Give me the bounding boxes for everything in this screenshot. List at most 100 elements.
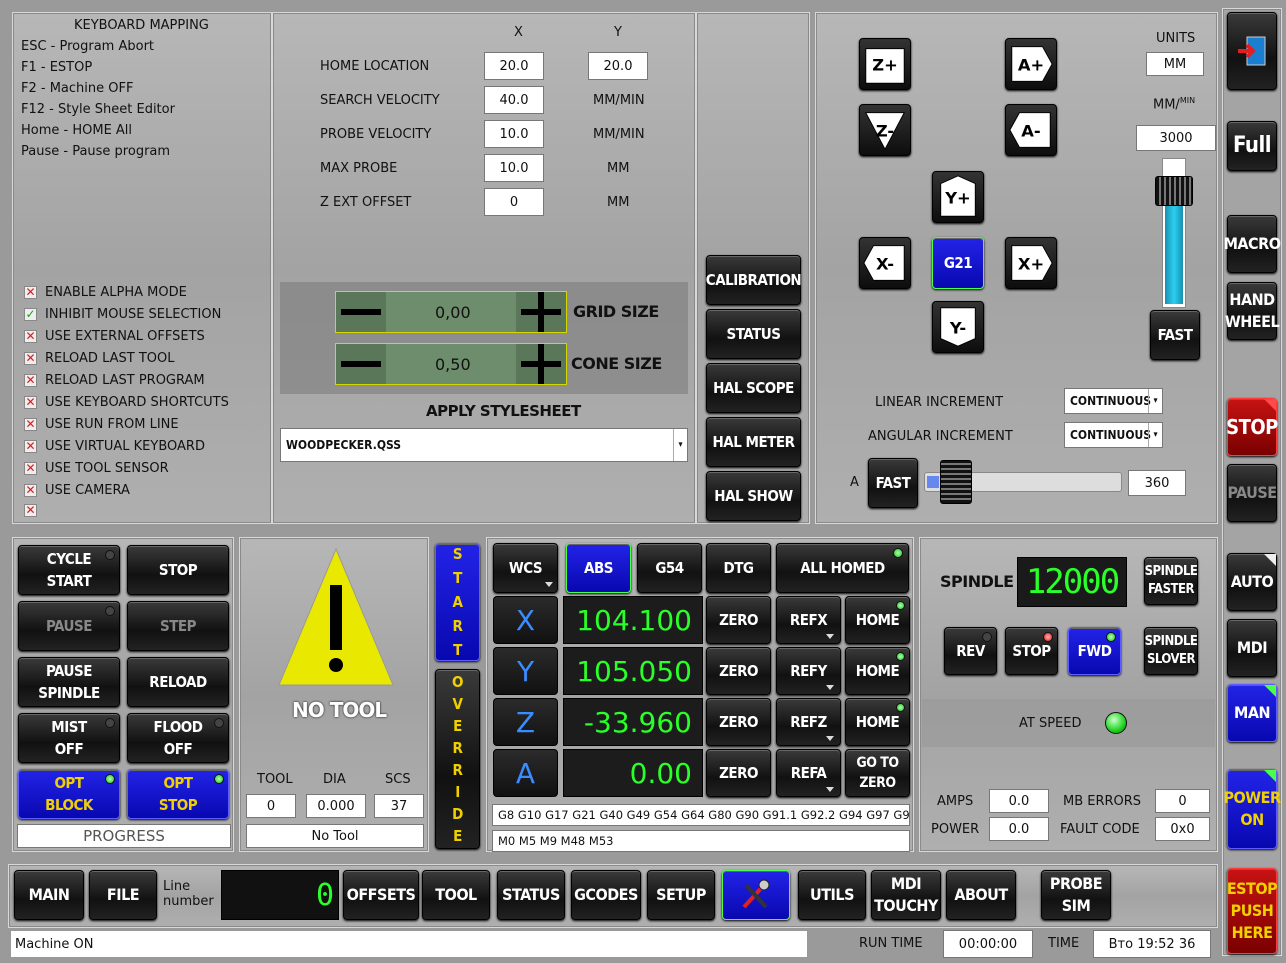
a-rate-field[interactable]: 360 (1128, 470, 1186, 496)
option-checkbox[interactable]: ✓ INHIBIT MOUSE SELECTION (24, 307, 221, 322)
nav-offsets-button[interactable]: OFFSETS (343, 870, 419, 920)
zero-x-button[interactable]: ZERO (706, 596, 771, 644)
abs-button[interactable]: ABS (566, 543, 631, 593)
tool-hal-scope-button[interactable]: HAL SCOPE (706, 363, 801, 413)
jog-zp-button[interactable]: Z+ (859, 38, 911, 90)
zero-y-button[interactable]: ZERO (706, 647, 771, 695)
grid-size-minus-button[interactable] (336, 292, 386, 332)
home-x-button[interactable]: HOME (845, 596, 910, 644)
spindle-fwd-button[interactable]: FWD (1068, 627, 1121, 675)
man-button[interactable]: MAN (1227, 684, 1277, 742)
start-button[interactable]: START (435, 543, 480, 661)
tool-number-field[interactable]: 0 (246, 794, 296, 818)
axis-a-button[interactable]: A (493, 749, 558, 797)
setting-x-field[interactable]: 10.0 (484, 120, 544, 148)
nav-tool-button[interactable]: TOOL (422, 870, 490, 920)
stop-button[interactable]: STOP (127, 545, 229, 595)
nav-main-button[interactable]: MAIN (14, 870, 84, 920)
nav-file-button[interactable]: FILE (89, 870, 157, 920)
jog-ym-button[interactable]: Y- (932, 301, 984, 353)
g54-button[interactable]: G54 (637, 543, 702, 593)
spindle-rev-button[interactable]: REV (944, 627, 997, 675)
spindle-faster-button[interactable]: SPINDLE FASTER (1144, 557, 1198, 605)
option-checkbox[interactable]: ✕ USE CAMERA (24, 483, 130, 498)
a-fast-button[interactable]: FAST (868, 458, 918, 508)
tools-icon-button[interactable] (722, 870, 790, 920)
axis-x-button[interactable]: X (493, 596, 558, 644)
pause-spindle-button[interactable]: PAUSE SPINDLE (18, 657, 120, 707)
nav-utils-button[interactable]: UTILS (798, 870, 866, 920)
setting-y-field[interactable]: 20.0 (588, 52, 648, 80)
jog-ap-button[interactable]: A+ (1005, 38, 1057, 90)
exit-button[interactable] (1227, 12, 1277, 90)
setting-x-field[interactable]: 40.0 (484, 86, 544, 114)
tool-dia-field[interactable]: 0.000 (306, 794, 366, 818)
setting-x-field[interactable]: 10.0 (484, 154, 544, 182)
setting-x-field[interactable]: 20.0 (484, 52, 544, 80)
cone-size-plus-button[interactable] (516, 344, 566, 384)
reload-button[interactable]: RELOAD (127, 657, 229, 707)
grid-size-plus-button[interactable] (516, 292, 566, 332)
jog-am-button[interactable]: A- (1005, 104, 1057, 156)
fast-jog-button[interactable]: FAST (1150, 310, 1200, 360)
option-checkbox[interactable]: ✕ USE VIRTUAL KEYBOARD (24, 439, 205, 454)
macro-button[interactable]: MACRO (1224, 215, 1281, 273)
ref-y-button[interactable]: REFY (776, 647, 841, 695)
power-button[interactable]: POWER ON (1223, 769, 1281, 849)
stylesheet-select[interactable]: WOODPECKER.QSS ▾ (280, 428, 688, 462)
override-button[interactable]: OVERRIDE (435, 669, 480, 849)
spindle-stop-button[interactable]: STOP (1005, 627, 1058, 675)
option-checkbox[interactable]: ✕ USE EXTERNAL OFFSETS (24, 329, 205, 344)
dtg-button[interactable]: DTG (706, 543, 771, 593)
setting-x-field[interactable]: 0 (484, 188, 544, 216)
nav-setup-button[interactable]: SETUP (647, 870, 715, 920)
nav-gcodes-button[interactable]: GCODES (571, 870, 641, 920)
rate-slider-handle[interactable] (1155, 176, 1193, 206)
jog-xp-button[interactable]: X+ (1005, 237, 1057, 289)
option-checkbox[interactable]: ✕ USE RUN FROM LINE (24, 417, 179, 432)
axis-y-button[interactable]: Y (493, 647, 558, 695)
handwheel-button[interactable]: HAND WHEEL (1225, 282, 1280, 340)
cone-size-value[interactable]: 0,50 (435, 355, 471, 374)
full-button[interactable]: Full (1227, 121, 1277, 171)
option-checkbox[interactable]: ✕ USE TOOL SENSOR (24, 461, 169, 476)
cone-size-minus-button[interactable] (336, 344, 386, 384)
tool-status-button[interactable]: STATUS (706, 309, 801, 359)
goto-zero-button[interactable]: GO TO ZERO (845, 749, 910, 797)
mdi-button[interactable]: MDI (1227, 619, 1277, 677)
option-checkbox[interactable]: ✕ USE KEYBOARD SHORTCUTS (24, 395, 229, 410)
auto-button[interactable]: AUTO (1227, 553, 1277, 611)
tool-calibration-button[interactable]: CALIBRATION (706, 255, 802, 305)
g21-button[interactable]: G21 (932, 237, 984, 289)
linear-increment-select[interactable]: CONTINUOUS ▾ (1064, 388, 1163, 414)
tool-hal-meter-button[interactable]: HAL METER (706, 417, 801, 467)
spindle-slower-button[interactable]: SPINDLE SLOVER (1144, 627, 1198, 675)
option-checkbox[interactable]: ✕ ENABLE ALPHA MODE (24, 285, 187, 300)
zero-z-button[interactable]: ZERO (706, 698, 771, 746)
tool-scs-field[interactable]: 37 (374, 794, 424, 818)
rate-field[interactable]: 3000 (1136, 125, 1216, 151)
cycle-start-button[interactable]: CYCLE START (18, 545, 120, 595)
home-z-button[interactable]: HOME (845, 698, 910, 746)
nav-about-button[interactable]: ABOUT (946, 870, 1016, 920)
ref-a-button[interactable]: REFA (776, 749, 841, 797)
option-checkbox[interactable]: ✕ RELOAD LAST PROGRAM (24, 373, 205, 388)
all-homed-button[interactable]: ALL HOMED (776, 543, 909, 593)
option-checkbox[interactable]: ✕ RELOAD LAST TOOL (24, 351, 174, 366)
stop-button[interactable]: STOP (1226, 398, 1278, 456)
grid-size-value[interactable]: 0,00 (435, 303, 471, 322)
nav-status-button[interactable]: STATUS (497, 870, 565, 920)
jog-xm-button[interactable]: X- (859, 237, 911, 289)
option-hidden[interactable]: ✕ (24, 504, 37, 517)
ref-x-button[interactable]: REFX (776, 596, 841, 644)
jog-yp-button[interactable]: Y+ (932, 171, 984, 223)
axis-z-button[interactable]: Z (493, 698, 558, 746)
opt-stop-button[interactable]: OPT STOP (127, 769, 229, 819)
mist-button[interactable]: MIST OFF (18, 713, 120, 763)
a-rate-slider-handle[interactable] (940, 460, 972, 504)
estop-button[interactable]: ESTOP PUSH HERE (1227, 868, 1278, 954)
pause-button[interactable]: PAUSE (18, 601, 120, 651)
zero-a-button[interactable]: ZERO (706, 749, 771, 797)
flood-button[interactable]: FLOOD OFF (127, 713, 229, 763)
step-button[interactable]: STEP (127, 601, 229, 651)
